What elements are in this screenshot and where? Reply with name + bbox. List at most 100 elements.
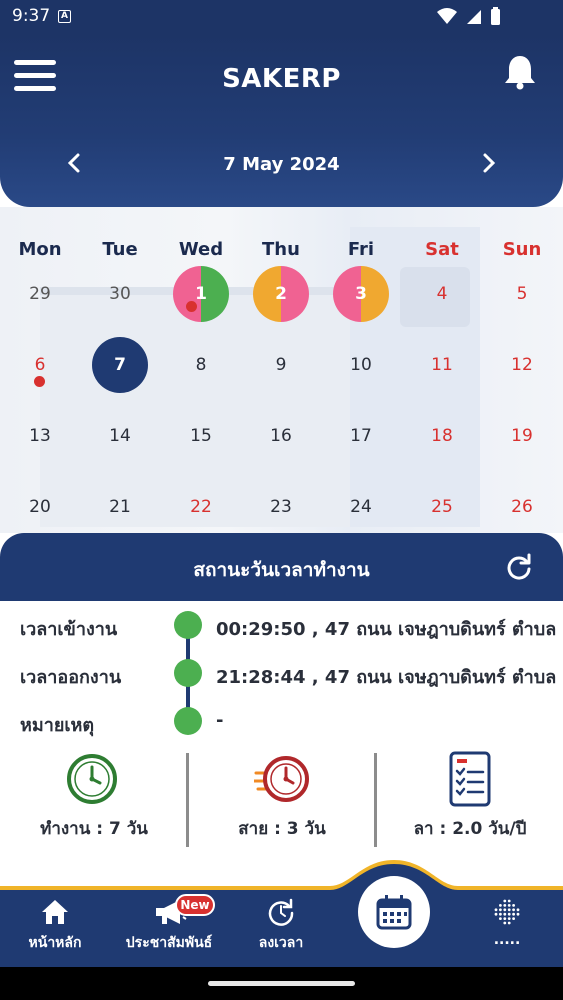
check-in-label: เวลาเข้างาน [20,619,118,640]
calendar-day-cell[interactable]: 30 [80,266,160,322]
calendar-day-number: 25 [431,497,453,517]
stat-worked[interactable]: ทำงาน : 7 วัน [0,746,188,846]
calendar-day-cell[interactable]: 8 [161,337,241,393]
calendar-day-number: 11 [431,355,453,375]
dots-grid-icon [494,899,520,925]
calendar-day-number: 22 [190,497,212,517]
note-label: หมายเหตุ [20,715,95,736]
calendar-day-number: 9 [275,355,287,375]
calendar-day-cell[interactable]: 6 [0,337,80,393]
refresh-icon[interactable] [505,553,533,581]
stat-late-label: สาย : 3 วัน [238,819,326,839]
calendar-day-cell[interactable]: 21 [80,479,160,535]
status-time: 9:37 [12,6,51,26]
calendar-day-cell[interactable]: 7 [80,337,160,393]
calendar-day-cell[interactable]: 18 [402,408,482,464]
calendar-grid: Mon Tue Wed Thu Fri Sat Sun 29 30 1 2 3 4 5 6 7 8 9 10 11 1… [0,207,563,537]
calendar-day-number: 10 [350,355,372,375]
calendar-day-cell[interactable]: 23 [241,479,321,535]
calendar-day-number: 14 [109,426,131,446]
calendar-day-cell[interactable]: 5 [482,266,562,322]
system-nav-bar [0,967,563,1000]
calendar-day-cell[interactable]: 4 [402,266,482,322]
time-refresh-icon [268,898,294,926]
note-row: หมายเหตุ - [0,701,563,741]
system-status-icons [437,7,500,25]
calendar-day-cell[interactable]: 3 [321,266,401,322]
stat-worked-label: ทำงาน : 7 วัน [40,819,148,839]
calendar-day-number: 24 [350,497,372,517]
timeline-dot [174,707,202,735]
new-badge: New [175,894,215,916]
calendar-day-cell[interactable]: 11 [402,337,482,393]
stat-late[interactable]: สาย : 3 วัน [188,746,376,846]
clock-icon [67,754,117,804]
calendar-day-number: 18 [431,426,453,446]
calendar-day-number: 3 [355,284,367,304]
calendar-day-cell[interactable]: 17 [321,408,401,464]
check-out-row: เวลาออกงาน 21:28:44 , 47 ถนน เจษฎาบดินทร… [0,653,563,693]
calendar-day-cell[interactable]: 13 [0,408,80,464]
chevron-right-icon[interactable] [475,150,501,176]
calendar-day-cell[interactable]: 14 [80,408,160,464]
day-name-thu: Thu [262,239,300,260]
timeline-dot [174,659,202,687]
nav-clock-in[interactable]: ลงเวลา [226,898,336,958]
calendar-day-cell[interactable]: 20 [0,479,80,535]
calendar-day-cell[interactable]: 16 [241,408,321,464]
day-name-sat: Sat [425,239,459,260]
calendar-day-number: 17 [350,426,372,446]
nav-home-label: หน้าหลัก [28,935,82,951]
calendar-fab-button[interactable] [358,876,430,948]
calendar-day-cell[interactable]: 22 [161,479,241,535]
calendar-day-number: 19 [511,426,533,446]
stat-leave[interactable]: ลา : 2.0 วัน/ปี [376,746,563,846]
calendar-day-cell[interactable]: 26 [482,479,562,535]
event-dot [186,301,197,312]
note-value: - [216,710,224,731]
calendar-day-number: 2 [275,284,287,304]
calendar-day-cell[interactable]: 29 [0,266,80,322]
late-clock-icon [254,756,309,802]
calendar-day-number: 4 [436,284,448,304]
home-gesture-pill[interactable] [208,981,355,986]
app-header: SAKERP 7 May 2024 [0,34,563,207]
calendar-day-cell[interactable]: 2 [241,266,321,322]
calendar-day-number: 29 [29,284,51,304]
check-in-value: 00:29:50 , 47 ถนน เจษฎาบดินทร์ ตำบล [216,619,557,640]
nav-more-label: ..... [493,932,521,948]
calendar-icon [376,895,412,930]
calendar-day-number: 26 [511,497,533,517]
notification-icon: A [58,10,71,23]
calendar-day-number: 30 [109,284,131,304]
attendance-stats: ทำงาน : 7 วัน สาย : 3 วัน ลา : 2.0 วัน/ป… [0,746,563,847]
nav-home[interactable]: หน้าหลัก [0,898,110,958]
timeline-dot [174,611,202,639]
check-out-value: 21:28:44 , 47 ถนน เจษฎาบดินทร์ ตำบล [216,667,557,688]
nav-announcements-label: ประชาสัมพันธ์ [125,935,213,951]
calendar-day-number: 1 [195,284,207,304]
calendar-day-cell[interactable]: 15 [161,408,241,464]
calendar-day-cell[interactable]: 24 [321,479,401,535]
calendar-day-cell[interactable]: 1 [161,266,241,322]
nav-clock-in-label: ลงเวลา [258,935,304,951]
calendar-day-cell[interactable]: 10 [321,337,401,393]
nav-more[interactable]: ..... [452,898,562,958]
calendar-day-cell[interactable]: 25 [402,479,482,535]
app-title: SAKERP [222,64,341,94]
calendar-day-cell[interactable]: 9 [241,337,321,393]
calendar-day-number: 21 [109,497,131,517]
calendar-day-number: 8 [195,355,207,375]
calendar-day-number: 5 [516,284,528,304]
bell-icon[interactable] [503,54,537,90]
day-name-fri: Fri [347,239,375,260]
calendar-day-number: 6 [34,355,46,375]
calendar-day-number: 15 [190,426,212,446]
calendar-day-number: 13 [29,426,51,446]
work-status-panel: สถานะวันเวลาทำงาน เวลาเข้างาน 00:29:50 ,… [0,533,563,893]
calendar-day-cell[interactable]: 19 [482,408,562,464]
home-icon [42,900,68,924]
calendar-day-cell[interactable]: 12 [482,337,562,393]
calendar-day-number: 12 [511,355,533,375]
bottom-navigation: หน้าหลัก ประชาสัมพันธ์ ลงเวลา ..... [0,860,563,967]
